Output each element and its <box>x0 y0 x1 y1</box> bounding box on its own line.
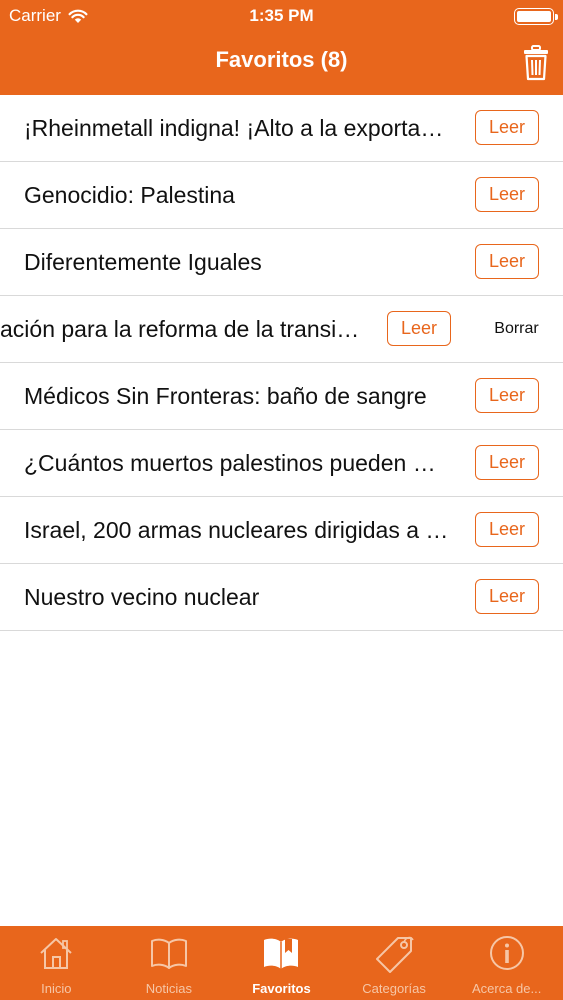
favorites-list: ¡Rheinmetall indigna! ¡Alto a la exporta… <box>0 95 563 631</box>
list-item[interactable]: ¡Rheinmetall indigna! ¡Alto a la exporta… <box>0 95 563 162</box>
item-title: ¿Cuántos muertos palestinos pueden más? <box>24 450 454 476</box>
tab-label: Noticias <box>145 981 193 996</box>
status-time: 1:35 PM <box>249 6 314 25</box>
page-title: Favoritos (8) <box>215 47 348 72</box>
item-title: Israel, 200 armas nucleares dirigidas a … <box>24 517 454 543</box>
list-item-swiped[interactable]: ación para la reforma de la transición L… <box>0 296 563 363</box>
read-button[interactable]: Leer <box>475 110 539 145</box>
read-button[interactable]: Leer <box>475 579 539 614</box>
list-item[interactable]: Israel, 200 armas nucleares dirigidas a … <box>0 497 563 564</box>
list-item[interactable]: ¿Cuántos muertos palestinos pueden más? … <box>0 430 563 497</box>
list-item[interactable]: Diferentemente Iguales Leer <box>0 229 563 296</box>
tab-inicio[interactable]: Inicio <box>0 926 113 1000</box>
read-button[interactable]: Leer <box>475 512 539 547</box>
tag-icon <box>376 936 414 973</box>
battery-icon <box>514 8 558 25</box>
delete-button[interactable]: Borrar <box>470 296 563 362</box>
status-bar: Carrier 1:35 PM <box>0 0 563 32</box>
tab-categorias[interactable]: Categorías <box>338 926 451 1000</box>
read-button[interactable]: Leer <box>475 244 539 279</box>
read-button[interactable]: Leer <box>475 177 539 212</box>
info-icon <box>489 936 524 970</box>
list-item[interactable]: Genocidio: Palestina Leer <box>0 162 563 229</box>
item-title: ación para la reforma de la transición <box>0 316 365 342</box>
read-button[interactable]: Leer <box>387 311 451 346</box>
book-icon <box>150 938 187 969</box>
tab-label: Categorías <box>362 981 426 996</box>
read-button[interactable]: Leer <box>475 445 539 480</box>
tab-noticias[interactable]: Noticias <box>113 926 226 1000</box>
list-item[interactable]: Médicos Sin Fronteras: baño de sangre Le… <box>0 363 563 430</box>
navigation-bar: Carrier 1:35 PM Favoritos (8) <box>0 0 563 95</box>
tab-label: Inicio <box>41 981 72 996</box>
tab-acerca-de[interactable]: Acerca de... <box>450 926 563 1000</box>
item-title: Genocidio: Palestina <box>24 182 235 208</box>
item-title: ¡Rheinmetall indigna! ¡Alto a la exporta… <box>24 115 454 141</box>
tab-label: Favoritos <box>252 981 311 996</box>
item-title: Diferentemente Iguales <box>24 249 262 275</box>
home-icon <box>40 938 72 969</box>
trash-icon[interactable] <box>523 45 549 81</box>
tab-favoritos[interactable]: Favoritos <box>225 926 338 1000</box>
list-item[interactable]: Nuestro vecino nuclear Leer <box>0 564 563 631</box>
tab-label: Acerca de... <box>471 981 542 996</box>
item-title: Médicos Sin Fronteras: baño de sangre <box>24 383 427 409</box>
bookmark-book-icon <box>264 938 299 969</box>
read-button[interactable]: Leer <box>475 378 539 413</box>
item-title: Nuestro vecino nuclear <box>24 584 260 610</box>
tab-bar: Inicio Noticias Favoritos Categorías Ace… <box>0 926 563 1000</box>
